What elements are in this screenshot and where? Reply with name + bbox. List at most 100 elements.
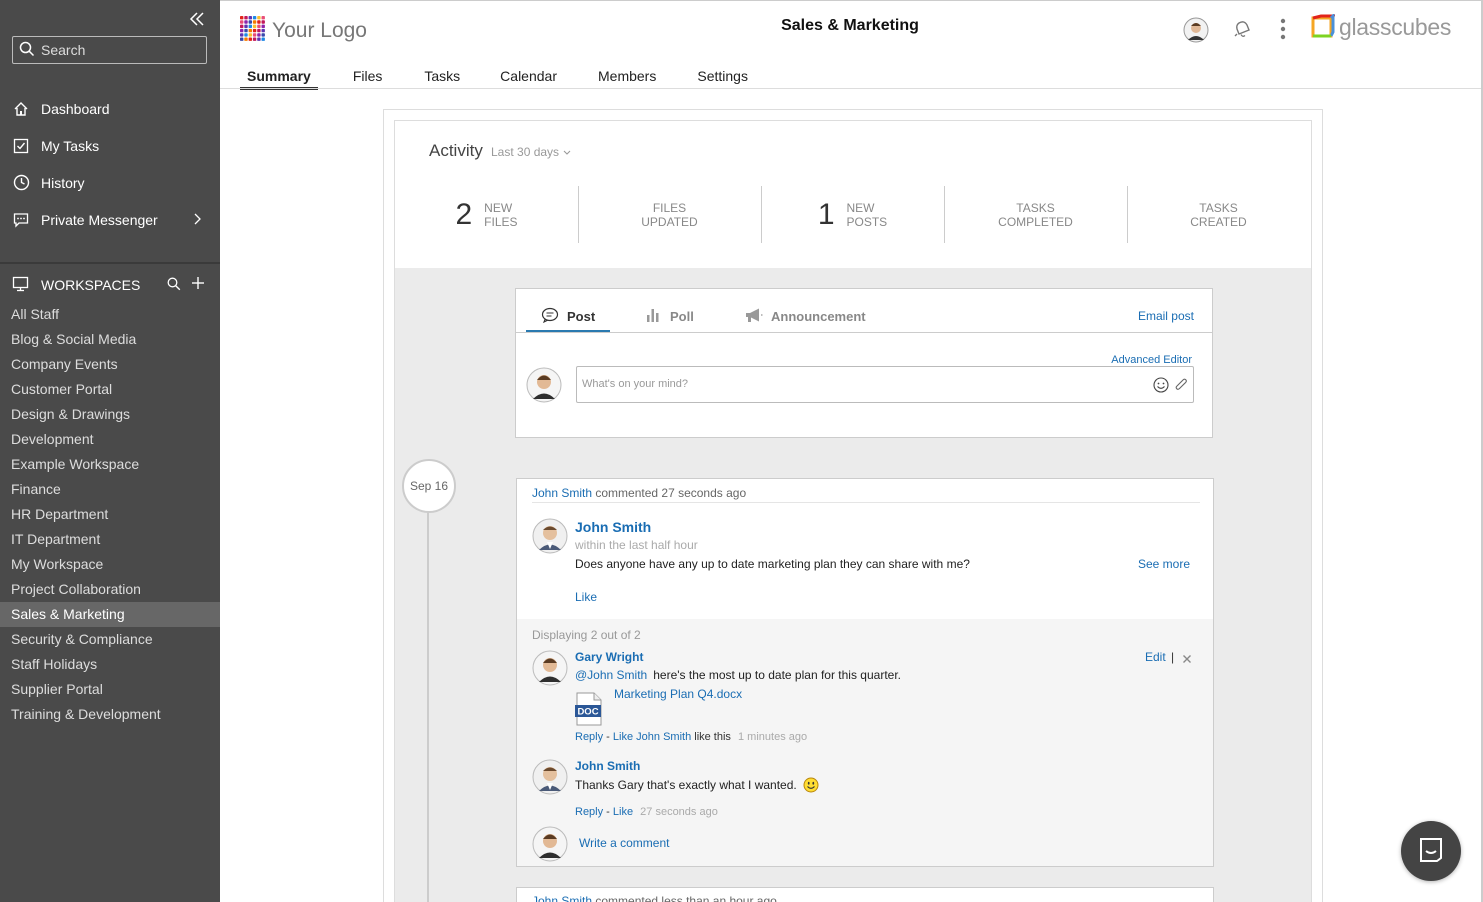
add-workspace-icon[interactable] — [190, 275, 206, 294]
delete-comment-icon[interactable] — [1182, 652, 1192, 667]
tab-summary[interactable]: Summary — [240, 62, 318, 90]
sidebar-workspace-item[interactable]: IT Department — [0, 527, 220, 552]
post-input[interactable] — [582, 378, 1122, 390]
post-meta-text: commented less than an hour ago — [595, 894, 777, 902]
stat-divider — [578, 186, 579, 243]
activity-range-dropdown[interactable]: Last 30 days — [491, 145, 572, 159]
post-body: Does anyone have any up to date marketin… — [575, 557, 970, 571]
write-comment-avatar — [532, 826, 568, 862]
sidebar-workspace-item[interactable]: Supplier Portal — [0, 677, 220, 702]
post-meta-user[interactable]: John Smith — [532, 894, 592, 902]
sidebar-workspace-item[interactable]: Training & Development — [0, 702, 220, 727]
liked-by-user[interactable]: John Smith — [636, 731, 691, 743]
action-separator: - — [603, 806, 613, 818]
tab-post[interactable]: Post — [541, 307, 595, 326]
sidebar-workspace-item[interactable]: Company Events — [0, 352, 220, 377]
nav-history[interactable]: History — [0, 164, 220, 201]
comment-body: @John Smith here's the most up to date pl… — [575, 668, 901, 682]
activity-panel: Activity Last 30 days 2 NEW FILES FILES UPDA… — [395, 121, 1311, 268]
comment-mention[interactable]: @John Smith — [575, 668, 647, 682]
sidebar-workspace-item[interactable]: Design & Drawings — [0, 402, 220, 427]
sidebar-workspace-item[interactable]: Blog & Social Media — [0, 327, 220, 352]
user-avatar[interactable] — [1183, 17, 1209, 43]
post-meta-user[interactable]: John Smith — [532, 486, 592, 500]
logo[interactable]: Your Logo — [240, 16, 367, 45]
nav-label: History — [41, 174, 85, 191]
attachment-link[interactable]: Marketing Plan Q4.docx — [614, 687, 742, 701]
tab-announcement-label: Announcement — [771, 309, 866, 324]
tab-files[interactable]: Files — [353, 62, 383, 89]
stat-label: NEW POSTS — [847, 201, 888, 229]
nav-private-messenger[interactable]: Private Messenger — [0, 201, 220, 238]
chat-launcher-button[interactable] — [1401, 821, 1461, 881]
sidebar-workspace-item[interactable]: HR Department — [0, 502, 220, 527]
chevron-right-icon — [192, 212, 202, 229]
comment-body: Thanks Gary that's exactly what I wanted… — [575, 777, 819, 796]
sidebar-workspace-item[interactable]: All Staff — [0, 302, 220, 327]
nav-dashboard[interactable]: Dashboard — [0, 90, 220, 127]
comment-author[interactable]: John Smith — [575, 759, 640, 773]
comment-actions: Reply - Like 27 seconds ago — [575, 806, 718, 818]
post-like-link[interactable]: Like — [575, 590, 597, 604]
search-box[interactable] — [12, 36, 207, 64]
logo-text: Your Logo — [272, 18, 367, 42]
post-author-avatar[interactable] — [532, 518, 568, 554]
sidebar-workspace-item[interactable]: Project Collaboration — [0, 577, 220, 602]
megaphone-icon — [745, 307, 763, 326]
comment-time: 27 seconds ago — [640, 806, 718, 818]
stat-number: 1 — [817, 198, 835, 231]
emoji-icon[interactable] — [1153, 377, 1169, 396]
comment-author[interactable]: Gary Wright — [575, 650, 643, 664]
reply-link[interactable]: Reply — [575, 806, 603, 818]
sidebar-workspace-item[interactable]: Customer Portal — [0, 377, 220, 402]
sidebar-workspace-item[interactable]: Security & Compliance — [0, 627, 220, 652]
sidebar-workspace-item[interactable]: My Workspace — [0, 552, 220, 577]
comment-avatar[interactable] — [532, 759, 568, 795]
tab-members[interactable]: Members — [598, 62, 656, 89]
sidebar-workspace-item[interactable]: Staff Holidays — [0, 652, 220, 677]
post-card: John Smith commented 27 seconds ago John… — [516, 478, 1214, 867]
like-link[interactable]: Like — [613, 806, 633, 818]
post-time: within the last half hour — [575, 538, 698, 552]
collapse-sidebar-icon[interactable] — [186, 10, 208, 28]
tab-settings[interactable]: Settings — [697, 62, 748, 89]
header-divider — [220, 88, 1483, 89]
comment-avatar[interactable] — [532, 650, 568, 686]
comment-text: Thanks Gary that's exactly what I wanted… — [575, 778, 797, 792]
checkbox-icon — [12, 137, 30, 155]
sidebar-workspace-item[interactable]: Development — [0, 427, 220, 452]
comment-actions: Reply - Like John Smith like this 1 minu… — [575, 731, 807, 743]
sidebar-workspace-item[interactable]: Finance — [0, 477, 220, 502]
stat-label: TASKS COMPLETED — [998, 201, 1073, 229]
edit-comment-link[interactable]: Edit — [1145, 650, 1166, 664]
reply-link[interactable]: Reply — [575, 731, 603, 743]
stat-label: NEW FILES — [484, 201, 517, 229]
email-post-link[interactable]: Email post — [1138, 309, 1194, 323]
more-options-icon[interactable] — [1276, 17, 1290, 44]
search-workspaces-icon[interactable] — [167, 277, 181, 294]
sidebar-workspace-item[interactable]: Sales & Marketing — [0, 602, 220, 627]
tab-tasks[interactable]: Tasks — [424, 62, 460, 89]
activity-title: Activity — [429, 141, 483, 160]
comments-count: Displaying 2 out of 2 — [532, 628, 641, 642]
tab-poll-label: Poll — [670, 309, 694, 324]
top-border — [220, 0, 1483, 1]
nav-my-tasks[interactable]: My Tasks — [0, 127, 220, 164]
stat-label: FILES UPDATED — [641, 201, 697, 229]
write-comment-link[interactable]: Write a comment — [579, 836, 669, 850]
composer-input-box[interactable] — [576, 366, 1194, 403]
docx-file-icon[interactable]: DOC — [575, 692, 603, 729]
paperclip-icon[interactable] — [1174, 377, 1188, 396]
sidebar-workspace-item[interactable]: Example Workspace — [0, 452, 220, 477]
post-author[interactable]: John Smith — [575, 519, 651, 535]
stat-label-line: UPDATED — [641, 215, 698, 229]
notifications-bell-icon[interactable] — [1230, 17, 1254, 44]
tab-calendar[interactable]: Calendar — [500, 62, 557, 89]
tab-poll[interactable]: Poll — [646, 307, 694, 326]
search-input[interactable] — [41, 42, 201, 58]
stat-label-line: POSTS — [846, 215, 888, 229]
see-more-link[interactable]: See more — [1138, 557, 1190, 571]
like-link[interactable]: Like — [613, 731, 633, 743]
advanced-editor-link[interactable]: Advanced Editor — [1111, 354, 1192, 366]
tab-announcement[interactable]: Announcement — [745, 307, 866, 326]
